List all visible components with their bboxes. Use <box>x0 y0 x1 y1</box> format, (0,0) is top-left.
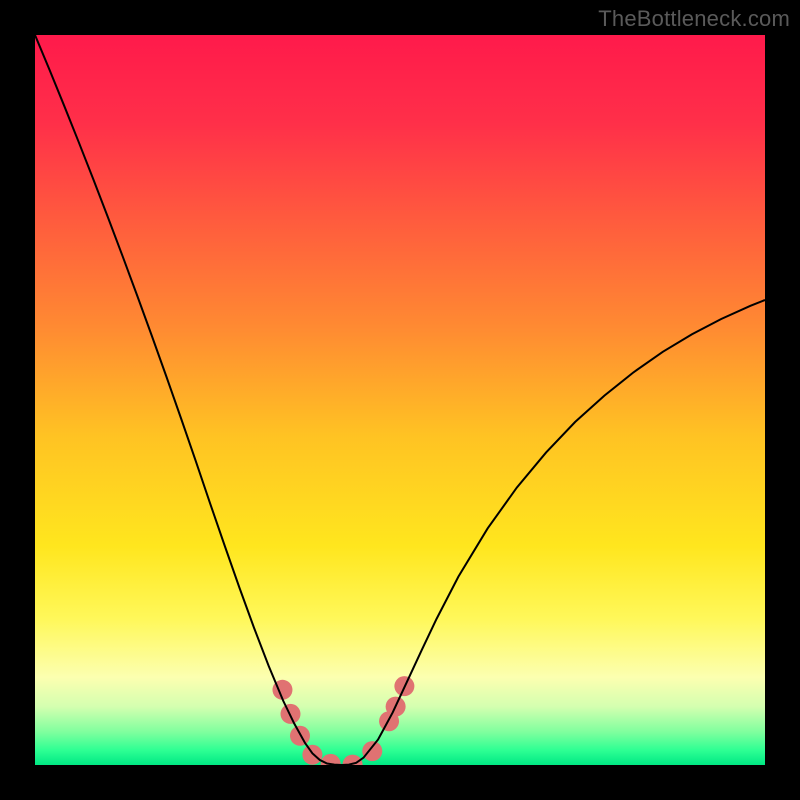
chart-background <box>35 35 765 765</box>
chart-marker <box>302 745 322 765</box>
plot-area <box>35 35 765 765</box>
chart-svg <box>35 35 765 765</box>
chart-frame: TheBottleneck.com <box>0 0 800 800</box>
chart-marker <box>362 741 382 761</box>
watermark-text: TheBottleneck.com <box>598 6 790 32</box>
